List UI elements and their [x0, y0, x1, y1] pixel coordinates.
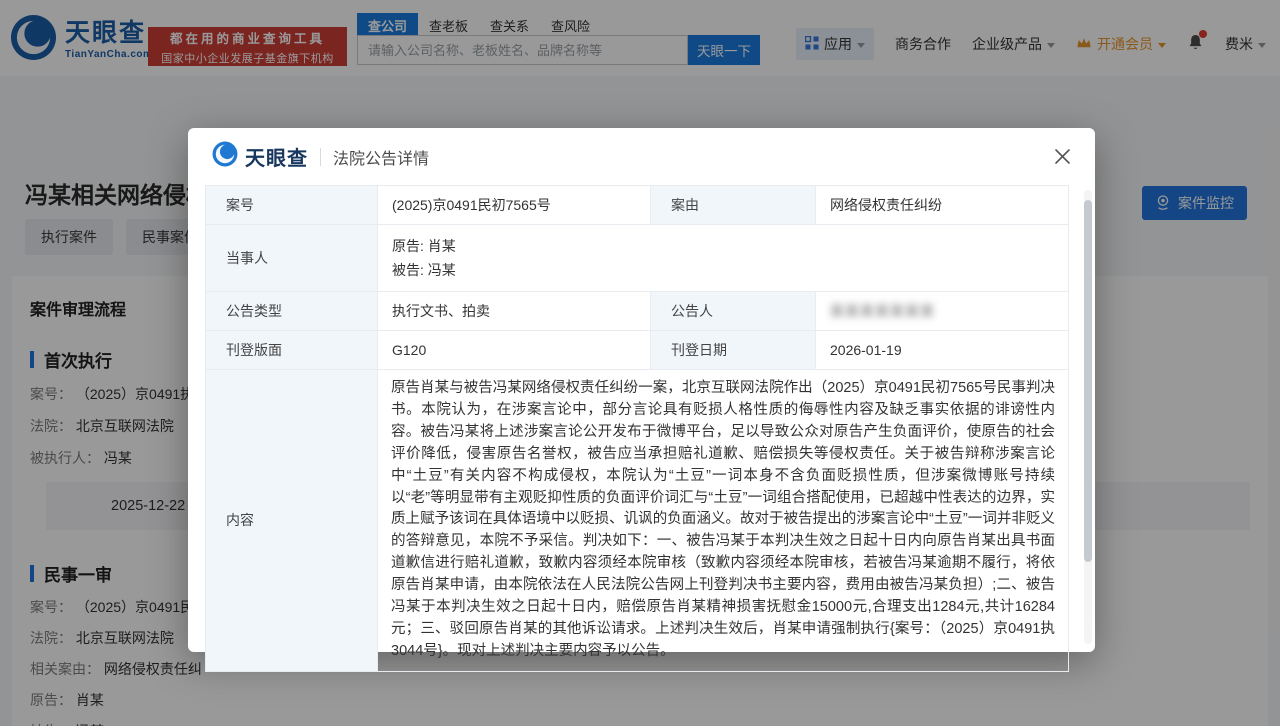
table-row: 内容 原告肖某与被告冯某网络侵权责任纠纷一案，北京互联网法院作出（2025）京0… [206, 370, 1069, 672]
content-label: 内容 [206, 370, 378, 672]
parties-value: 原告: 肖某 被告: 冯某 [378, 225, 1069, 292]
modal-brand: 天眼查 [245, 142, 308, 171]
court-announcement-modal: 天眼查 法院公告详情 案号 (2025)京0491民初7565号 案由 网络侵权… [188, 128, 1095, 652]
close-icon[interactable] [1049, 143, 1075, 169]
parties-label: 当事人 [206, 225, 378, 292]
content-value: 原告肖某与被告冯某网络侵权责任纠纷一案，北京互联网法院作出（2025）京0491… [378, 370, 1069, 672]
cause-label: 案由 [651, 186, 816, 225]
announcement-type-label: 公告类型 [206, 292, 378, 331]
divider [320, 148, 321, 166]
modal-header: 天眼查 法院公告详情 [188, 128, 1095, 185]
publication-page-label: 刊登版面 [206, 331, 378, 370]
announcer-label: 公告人 [651, 292, 816, 331]
modal-scrollbar-track[interactable] [1084, 190, 1092, 644]
publication-page-value: G120 [378, 331, 651, 370]
case-number-label: 案号 [206, 186, 378, 225]
table-row: 刊登版面 G120 刊登日期 2026-01-19 [206, 331, 1069, 370]
table-row: 案号 (2025)京0491民初7565号 案由 网络侵权责任纠纷 [206, 186, 1069, 225]
announcement-type-value: 执行文书、拍卖 [378, 292, 651, 331]
publication-date-label: 刊登日期 [651, 331, 816, 370]
defendant-line: 被告: 冯某 [392, 258, 1054, 282]
announcer-value-redacted: 某某某某某某某 [816, 292, 1069, 331]
modal-scrollbar-thumb[interactable] [1084, 200, 1092, 562]
table-row: 当事人 原告: 肖某 被告: 冯某 [206, 225, 1069, 292]
case-number-value: (2025)京0491民初7565号 [378, 186, 651, 225]
publication-date-value: 2026-01-19 [816, 331, 1069, 370]
modal-title: 法院公告详情 [333, 145, 429, 169]
tianyancha-logo-icon [212, 141, 238, 172]
plaintiff-line: 原告: 肖某 [392, 234, 1054, 258]
cause-value: 网络侵权责任纠纷 [816, 186, 1069, 225]
announcement-detail-table: 案号 (2025)京0491民初7565号 案由 网络侵权责任纠纷 当事人 原告… [205, 185, 1069, 672]
table-row: 公告类型 执行文书、拍卖 公告人 某某某某某某某 [206, 292, 1069, 331]
